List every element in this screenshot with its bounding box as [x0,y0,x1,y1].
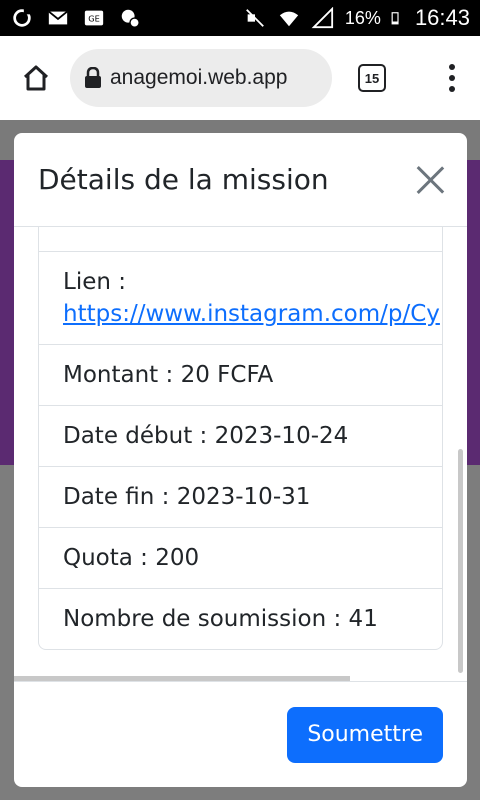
tab-switcher-button[interactable]: 15 [358,64,386,92]
modal-header: Détails de la mission [14,133,467,227]
mute-icon [246,9,264,27]
signal-icon [311,7,333,29]
battery-percent: 16% [344,7,381,28]
modal-title: Détails de la mission [38,163,329,196]
modal-body[interactable]: Lien : https://www.instagram.com/p/Cy Mo… [14,227,467,681]
list-item-link: Lien : https://www.instagram.com/p/Cy [39,251,442,344]
home-icon [23,65,49,91]
url-text: anagemoi.web.app [110,66,288,89]
battery-icon [391,12,399,25]
link-label: Lien : [63,269,126,295]
browser-toolbar: anagemoi.web.app 15 [0,36,480,120]
sim-card-icon: GE [84,10,104,26]
list-item-quota: Quota : 200 [39,527,442,588]
mission-link[interactable]: https://www.instagram.com/p/Cy [63,301,440,327]
list-item-start-date: Date début : 2023-10-24 [39,405,442,466]
horizontal-scrollbar[interactable] [14,676,350,681]
location-icon [121,9,140,28]
lock-icon [85,67,101,88]
submit-button[interactable]: Soumettre [287,706,443,763]
clock: 16:43 [414,5,470,30]
mission-details-list: Lien : https://www.instagram.com/p/Cy Mo… [38,227,443,650]
close-icon[interactable] [415,165,445,195]
wifi-icon [279,11,299,27]
mission-details-modal: Détails de la mission Lien : https://www… [14,133,467,787]
list-item-amount: Montant : 20 FCFA [39,344,442,405]
list-item-submissions: Nombre de soumission : 41 [39,588,442,649]
sync-icon [13,8,32,27]
svg-text:GE: GE [88,14,100,24]
status-bar: GE 16% 16:43 [0,0,480,36]
vertical-scrollbar[interactable] [458,449,463,673]
address-bar[interactable]: anagemoi.web.app [70,49,332,107]
list-item [39,227,442,251]
home-button[interactable] [16,58,56,98]
overflow-menu-icon[interactable] [440,58,464,98]
modal-footer: Soumettre [14,681,467,787]
mail-icon [48,10,68,25]
list-item-end-date: Date fin : 2023-10-31 [39,466,442,527]
